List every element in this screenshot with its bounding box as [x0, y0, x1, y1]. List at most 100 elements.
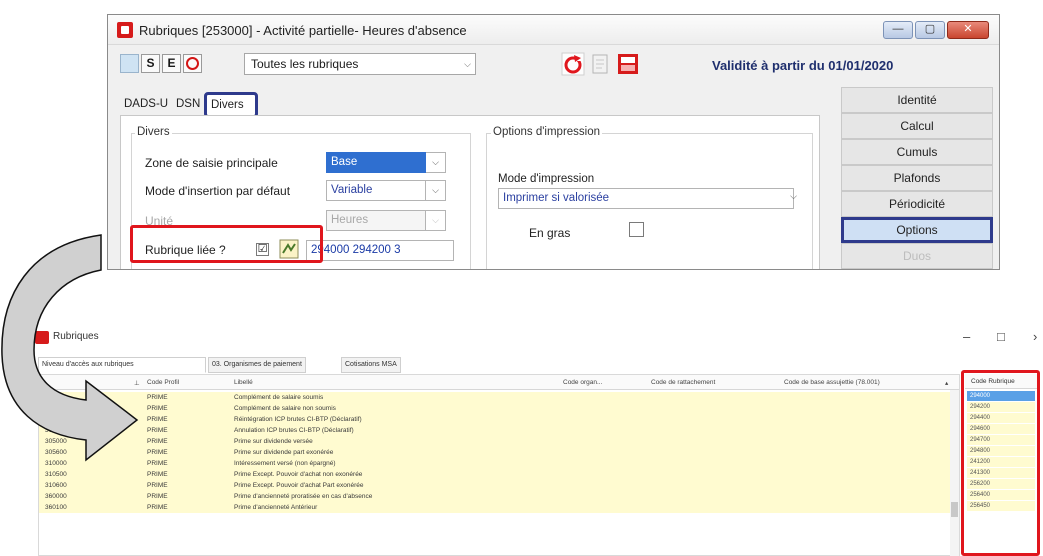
table-row[interactable]: 310500 PRIME Prime Except. Pouvoir d'achat…	[39, 469, 959, 480]
row-libelle: Complément de salaire soumis	[234, 394, 324, 401]
row-libelle: Prime Except. Pouvoir d'achat Part exoné…	[234, 482, 364, 489]
table-row[interactable]: 305000 PRIME Prime sur dividende versée	[39, 436, 959, 447]
e-button[interactable]: E	[162, 54, 181, 73]
tab-cotisations-msa[interactable]: Cotisations MSA	[341, 357, 401, 373]
row-libelle: Prime d'ancienneté proratisée en cas d'a…	[234, 493, 373, 500]
row-libelle: Intéressement versé (non épargné)	[234, 460, 336, 467]
filter-select[interactable]: Toutes les rubriques ⌵	[244, 53, 476, 75]
filter-value: Toutes les rubriques	[251, 57, 359, 71]
row-code: 310500	[45, 471, 67, 478]
grid-header: ⊥ Code Profil Libellé Code organ... Code…	[39, 375, 959, 390]
minimize-button[interactable]: —	[883, 21, 913, 39]
tab-divers[interactable]: Divers	[204, 92, 258, 118]
row-profil: PRIME	[147, 427, 168, 434]
header-code-base[interactable]: Code de base assujettie (78.001)	[784, 379, 880, 386]
tab-dads-u[interactable]: DADS-U	[120, 94, 172, 116]
rubrique-liee-value[interactable]: 294000 294200 3	[306, 240, 454, 261]
table-row[interactable]: 360100 PRIME Prime d'ancienneté Antérieur	[39, 502, 959, 513]
mode-insertion-select[interactable]: Variable	[326, 180, 426, 201]
row-profil: PRIME	[147, 504, 168, 511]
mode-impression-chevron-icon[interactable]: ⌵	[790, 191, 797, 202]
row-code: 30	[45, 405, 53, 412]
app-icon	[117, 22, 133, 38]
table-row[interactable]: 302000 PRIME Réintégration ICP brutes CI-B…	[39, 414, 959, 425]
tab-niveau-acces[interactable]: Niveau d'accès aux rubriques	[38, 357, 206, 373]
validity-date: Validité à partir du 01/01/2020	[712, 58, 894, 73]
table-row[interactable]: 302100 PRIME Annulation ICP brutes CI-BTP …	[39, 425, 959, 436]
close-button[interactable]: ✕	[947, 21, 989, 39]
zone-label: Zone de saisie principale	[145, 156, 278, 170]
minimize-button[interactable]: –	[963, 329, 970, 344]
rotate-icon[interactable]	[561, 52, 585, 76]
scrollbar-thumb[interactable]	[951, 502, 958, 517]
tab-dsn[interactable]: DSN	[172, 94, 204, 116]
unite-select: Heures	[326, 210, 426, 231]
zone-dropdown-icon[interactable]: ⌵	[426, 152, 446, 173]
document-icon[interactable]	[588, 52, 612, 76]
divers-group-title: Divers	[135, 126, 172, 138]
rubriques-grid: ⊥ Code Profil Libellé Code organ... Code…	[38, 374, 960, 556]
row-libelle: Prime d'ancienneté Antérieur	[234, 504, 318, 511]
row-profil: PRIME	[147, 394, 168, 401]
pdf-icon[interactable]	[616, 52, 640, 76]
maximize-button[interactable]: □	[997, 329, 1005, 344]
row-profil: PRIME	[147, 460, 168, 467]
rubriques-list-window: Rubriques – □ › Niveau d'accès aux rubri…	[25, 323, 1043, 556]
zone-select[interactable]: Base	[326, 152, 426, 173]
calcul-button[interactable]: Calcul	[841, 113, 993, 139]
s-button[interactable]: S	[141, 54, 160, 73]
maximize-button[interactable]: ▢	[915, 21, 945, 39]
app-icon	[35, 331, 49, 344]
row-code: 360000	[45, 493, 67, 500]
identite-button[interactable]: Identité	[841, 87, 993, 113]
table-row[interactable]: 310600 PRIME Prime Except. Pouvoir d'achat…	[39, 480, 959, 491]
row-profil: PRIME	[147, 493, 168, 500]
o-circle-icon[interactable]	[183, 54, 202, 73]
table-row[interactable]: 360000 PRIME Prime d'ancienneté proratisée…	[39, 491, 959, 502]
title-bar[interactable]: Rubriques [253000] - Activité partielle-…	[108, 15, 999, 45]
table-row[interactable]: 310000 PRIME Intéressement versé (non épar…	[39, 458, 959, 469]
impression-group-title: Options d'impression	[491, 126, 603, 138]
row-libelle: Prime sur dividende part exonérée	[234, 449, 334, 456]
vertical-scrollbar[interactable]	[950, 390, 959, 556]
rubrique-liee-highlight	[130, 225, 323, 263]
options-button[interactable]: Options	[841, 217, 993, 243]
row-code: 302000	[45, 416, 67, 423]
sort-icon[interactable]: ⊥	[134, 379, 140, 387]
duos-button[interactable]: Duos	[841, 243, 993, 269]
unite-dropdown-icon: ⌵	[426, 210, 446, 231]
header-libelle[interactable]: Libellé	[234, 379, 253, 386]
en-gras-checkbox[interactable]	[629, 222, 644, 237]
table-row[interactable]: 305600 PRIME Prime sur dividende part exon…	[39, 447, 959, 458]
row-code: 305600	[45, 449, 67, 456]
list-title-bar[interactable]: Rubriques – □ ›	[25, 323, 1043, 349]
mode-impression-label: Mode d'impression	[498, 173, 595, 185]
row-libelle: Complément de salaire non soumis	[234, 405, 336, 412]
row-code: 305000	[45, 438, 67, 445]
periodicite-button[interactable]: Périodicité	[841, 191, 993, 217]
en-gras-label: En gras	[529, 226, 571, 240]
header-sort-caret-icon[interactable]: ▴	[945, 379, 948, 387]
mode-insertion-label: Mode d'insertion par défaut	[145, 184, 291, 198]
table-row[interactable]: 30 PRIME Complément de salaire non soumis	[39, 403, 959, 414]
cumuls-button[interactable]: Cumuls	[841, 139, 993, 165]
row-profil: PRIME	[147, 438, 168, 445]
close-button[interactable]: ›	[1033, 329, 1037, 344]
square-icon[interactable]	[120, 54, 139, 73]
mode-impression-select[interactable]: Imprimer si valorisée	[498, 188, 794, 209]
window-title: Rubriques [253000] - Activité partielle-…	[139, 23, 467, 38]
row-code: 360100	[45, 504, 67, 511]
table-row[interactable]: PRIME Complément de salaire soumis	[39, 392, 959, 403]
code-rubrique-highlight	[961, 370, 1040, 556]
row-libelle: Réintégration ICP brutes CI-BTP (Déclara…	[234, 416, 362, 423]
tab-organismes[interactable]: 03. Organismes de paiement	[208, 357, 306, 373]
row-profil: PRIME	[147, 471, 168, 478]
header-code-profil[interactable]: Code Profil	[147, 379, 179, 386]
header-code-rattachement[interactable]: Code de rattachement	[651, 379, 715, 386]
list-window-title: Rubriques	[53, 331, 99, 342]
plafonds-button[interactable]: Plafonds	[841, 165, 993, 191]
header-code-organ[interactable]: Code organ...	[563, 379, 602, 386]
row-libelle: Prime Except. Pouvoir d'achat non exonér…	[234, 471, 363, 478]
mode-dropdown-icon[interactable]: ⌵	[426, 180, 446, 201]
row-code: 310600	[45, 482, 67, 489]
